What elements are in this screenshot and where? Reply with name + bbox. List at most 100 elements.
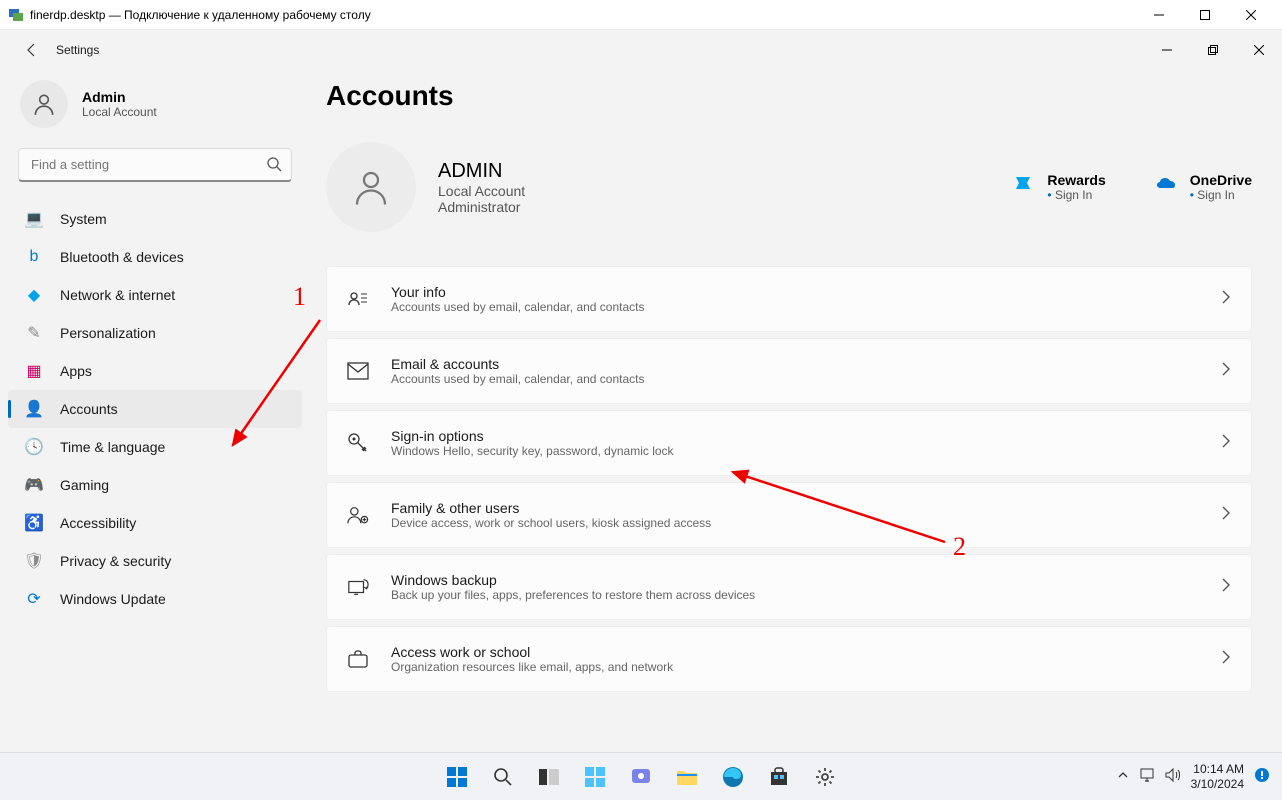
sidebar-item-apps[interactable]: ▦ Apps — [8, 352, 302, 390]
nav-icon: ♿ — [24, 513, 44, 533]
nav-label: System — [60, 211, 107, 227]
time: 10:14 AM — [1191, 762, 1244, 776]
edge-button[interactable] — [713, 757, 753, 797]
widgets-button[interactable] — [575, 757, 615, 797]
nav-label: Apps — [60, 363, 92, 379]
card-windows-backup[interactable]: Windows backupBack up your files, apps, … — [326, 554, 1252, 620]
minimize-button[interactable] — [1144, 30, 1190, 70]
sidebar: Admin Local Account 💻System b Bluetooth & … — [0, 70, 310, 752]
start-button[interactable] — [437, 757, 477, 797]
account-header: ADMIN Local Account Administrator Reward… — [326, 142, 1252, 232]
rewards-link[interactable]: Sign In — [1047, 188, 1105, 202]
profile-sub: Local Account — [82, 105, 157, 119]
card-desc: Device access, work or school users, kio… — [391, 516, 711, 530]
card-title: Your info — [391, 284, 644, 300]
sidebar-item-network-internet[interactable]: ◆ Network & internet — [8, 276, 302, 314]
network-icon[interactable] — [1139, 768, 1155, 785]
rdp-titlebar: finerdp.desktp — Подключение к удаленном… — [0, 0, 1282, 30]
settings-cards: Your infoAccounts used by email, calenda… — [326, 266, 1252, 692]
taskbar-center — [437, 757, 845, 797]
notifications-icon[interactable] — [1254, 767, 1270, 786]
close-button[interactable] — [1228, 0, 1274, 30]
remote-desktop: Settings Admin Local Account — [0, 30, 1282, 800]
taskbar: 10:14 AM 3/10/2024 — [0, 752, 1282, 800]
card-title: Email & accounts — [391, 356, 644, 372]
nav-icon: 🕓 — [24, 437, 44, 457]
search-box — [18, 148, 292, 182]
sidebar-item-privacy-security[interactable]: 🛡Privacy & security — [8, 542, 302, 580]
rewards-block[interactable]: Rewards Sign In — [1013, 172, 1105, 202]
search-button[interactable] — [483, 757, 523, 797]
nav-icon: ◆ — [24, 285, 44, 305]
date: 3/10/2024 — [1191, 777, 1244, 791]
card-desc: Accounts used by email, calendar, and co… — [391, 300, 644, 314]
nav-list: 💻System b Bluetooth & devices ◆ Network & in… — [0, 196, 310, 622]
nav-label: Accounts — [60, 401, 118, 417]
sidebar-item-system[interactable]: 💻System — [8, 200, 302, 238]
nav-label: Bluetooth & devices — [60, 249, 184, 265]
user-card-icon — [347, 288, 369, 310]
card-title: Access work or school — [391, 644, 673, 660]
back-button[interactable] — [22, 40, 42, 60]
nav-icon: ▦ — [24, 361, 44, 381]
main-content: Accounts ADMIN Local Account Administrat… — [310, 70, 1282, 752]
chevron-right-icon — [1221, 290, 1231, 309]
store-button[interactable] — [759, 757, 799, 797]
nav-icon: 👤 — [24, 399, 44, 419]
onedrive-block[interactable]: OneDrive Sign In — [1156, 172, 1252, 202]
card-access-work-or-school[interactable]: Access work or schoolOrganization resour… — [326, 626, 1252, 692]
chevron-up-icon[interactable] — [1117, 769, 1129, 784]
minimize-button[interactable] — [1136, 0, 1182, 30]
search-icon — [266, 156, 282, 177]
chat-button[interactable] — [621, 757, 661, 797]
profile-name: Admin — [82, 89, 157, 105]
taskbar-right: 10:14 AM 3/10/2024 — [1117, 762, 1282, 791]
chevron-right-icon — [1221, 506, 1231, 525]
chevron-right-icon — [1221, 650, 1231, 669]
sidebar-item-windows-update[interactable]: ⟳Windows Update — [8, 580, 302, 618]
rdp-title: finerdp.desktp — Подключение к удаленном… — [30, 8, 1136, 22]
onedrive-link[interactable]: Sign In — [1190, 188, 1252, 202]
nav-icon: b — [24, 247, 44, 267]
users-icon — [347, 504, 369, 526]
sidebar-item-personalization[interactable]: ✎Personalization — [8, 314, 302, 352]
backup-icon — [347, 576, 369, 598]
onedrive-icon — [1156, 174, 1176, 194]
volume-icon[interactable] — [1165, 768, 1181, 785]
card-sign-in-options[interactable]: Sign-in optionsWindows Hello, security k… — [326, 410, 1252, 476]
maximize-button[interactable] — [1182, 0, 1228, 30]
rewards-icon — [1013, 174, 1033, 194]
settings-titlebar: Settings — [0, 30, 1282, 70]
chevron-right-icon — [1221, 578, 1231, 597]
nav-label: Network & internet — [60, 287, 175, 303]
card-family-other-users[interactable]: Family & other usersDevice access, work … — [326, 482, 1252, 548]
maximize-button[interactable] — [1190, 30, 1236, 70]
sidebar-item-accessibility[interactable]: ♿Accessibility — [8, 504, 302, 542]
card-email-accounts[interactable]: Email & accountsAccounts used by email, … — [326, 338, 1252, 404]
sidebar-item-time-language[interactable]: 🕓 Time & language — [8, 428, 302, 466]
nav-icon: ⟳ — [24, 589, 44, 609]
explorer-button[interactable] — [667, 757, 707, 797]
close-button[interactable] — [1236, 30, 1282, 70]
card-title: Family & other users — [391, 500, 711, 516]
clock[interactable]: 10:14 AM 3/10/2024 — [1191, 762, 1244, 791]
card-desc: Organization resources like email, apps,… — [391, 660, 673, 674]
mail-icon — [347, 360, 369, 382]
card-desc: Back up your files, apps, preferences to… — [391, 588, 755, 602]
window-title: Settings — [56, 43, 1144, 57]
sidebar-profile[interactable]: Admin Local Account — [0, 80, 310, 148]
task-view-button[interactable] — [529, 757, 569, 797]
nav-icon: ✎ — [24, 323, 44, 343]
settings-button[interactable] — [805, 757, 845, 797]
settings-window: Settings Admin Local Account — [0, 30, 1282, 752]
nav-label: Time & language — [60, 439, 165, 455]
sidebar-item-accounts[interactable]: 👤 Accounts — [8, 390, 302, 428]
sidebar-item-gaming[interactable]: 🎮Gaming — [8, 466, 302, 504]
nav-label: Gaming — [60, 477, 109, 493]
rewards-title: Rewards — [1047, 172, 1105, 188]
avatar-icon — [326, 142, 416, 232]
card-your-info[interactable]: Your infoAccounts used by email, calenda… — [326, 266, 1252, 332]
sidebar-item-bluetooth-devices[interactable]: b Bluetooth & devices — [8, 238, 302, 276]
search-input[interactable] — [18, 148, 292, 182]
avatar-icon — [20, 80, 68, 128]
